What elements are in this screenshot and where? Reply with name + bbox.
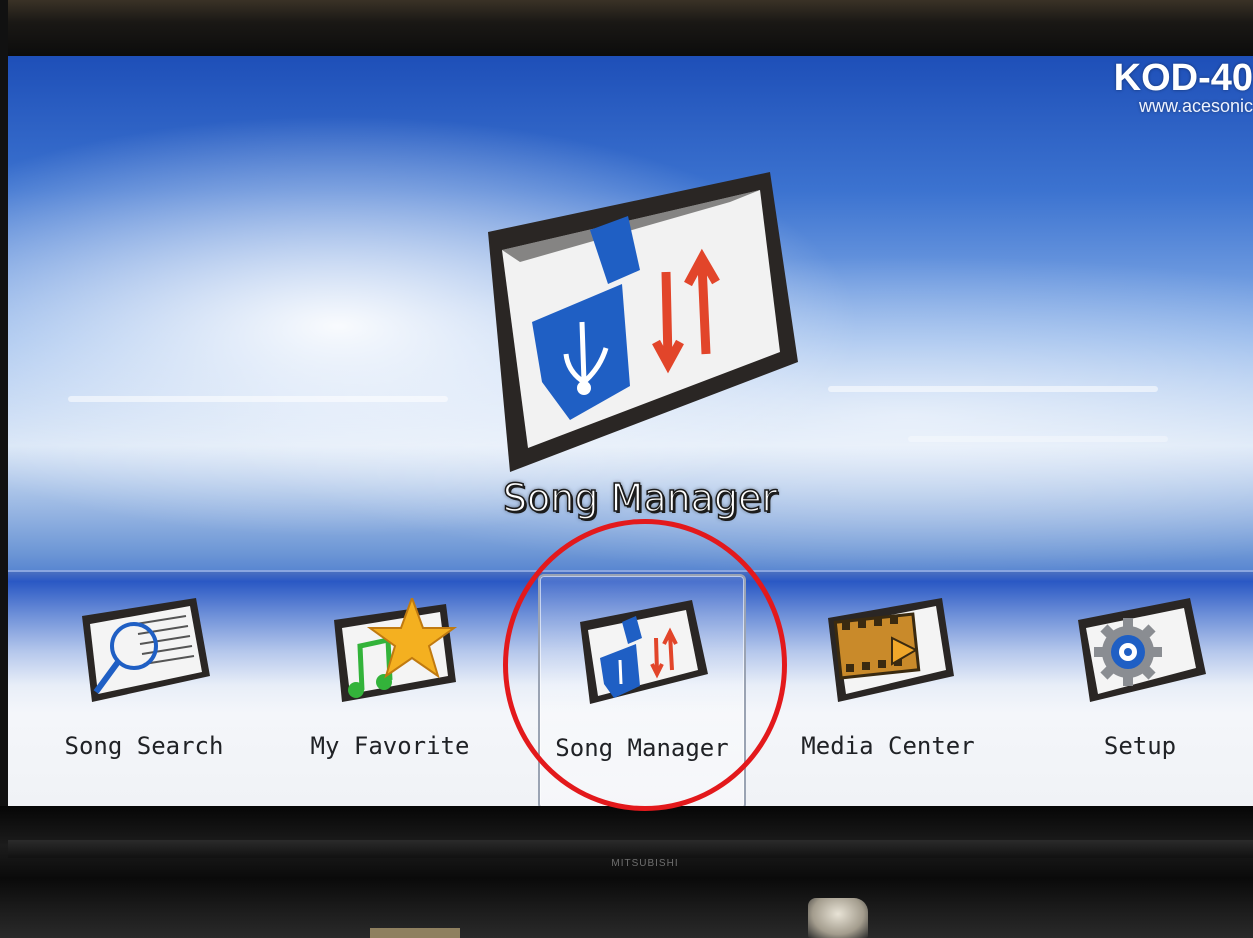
background-cloud — [828, 386, 1158, 392]
menu-item-label: My Favorite — [310, 732, 470, 760]
menu-item-setup[interactable]: Setup — [1038, 574, 1242, 806]
header-brand: KOD-40 www.acesonic — [1113, 57, 1253, 116]
menu-item-song-manager[interactable]: Song Manager — [538, 574, 746, 806]
menu-item-label: Media Center — [801, 732, 975, 760]
desk-object — [370, 928, 460, 938]
magnifier-icon — [82, 598, 210, 702]
menu-item-my-favorite[interactable]: My Favorite — [288, 574, 492, 806]
gear-icon — [1078, 598, 1206, 702]
menu-item-label: Song Search — [64, 732, 224, 760]
tv-bezel-top — [0, 0, 1253, 56]
tv-screen: KOD-40 www.acesonic Song Manager Song Se… — [8, 56, 1253, 806]
main-menu-bar: Song Search My Favorite Song Manager Med… — [8, 570, 1253, 806]
background-cloud — [908, 436, 1168, 442]
website-url: www.acesonic — [1138, 96, 1253, 116]
film-strip-play-icon — [828, 598, 954, 702]
background-cloud — [68, 396, 448, 402]
desk-object — [808, 898, 868, 938]
menu-item-label: Setup — [1103, 732, 1177, 760]
tv-brand-logo: MITSUBISHI — [611, 858, 679, 869]
menu-item-label: Song Manager — [555, 734, 729, 762]
tv-bezel-bottom — [0, 806, 1253, 938]
star-music-note-icon — [334, 598, 458, 702]
featured-title: Song Manager — [502, 475, 778, 521]
tv-bezel-stripe — [8, 840, 1253, 858]
menu-item-media-center[interactable]: Media Center — [786, 574, 990, 806]
model-name: KOD-40 — [1113, 57, 1253, 99]
usb-transfer-icon — [488, 172, 798, 472]
usb-transfer-icon — [580, 600, 708, 704]
tv-bezel-left — [0, 0, 8, 938]
menu-item-song-search[interactable]: Song Search — [42, 574, 246, 806]
